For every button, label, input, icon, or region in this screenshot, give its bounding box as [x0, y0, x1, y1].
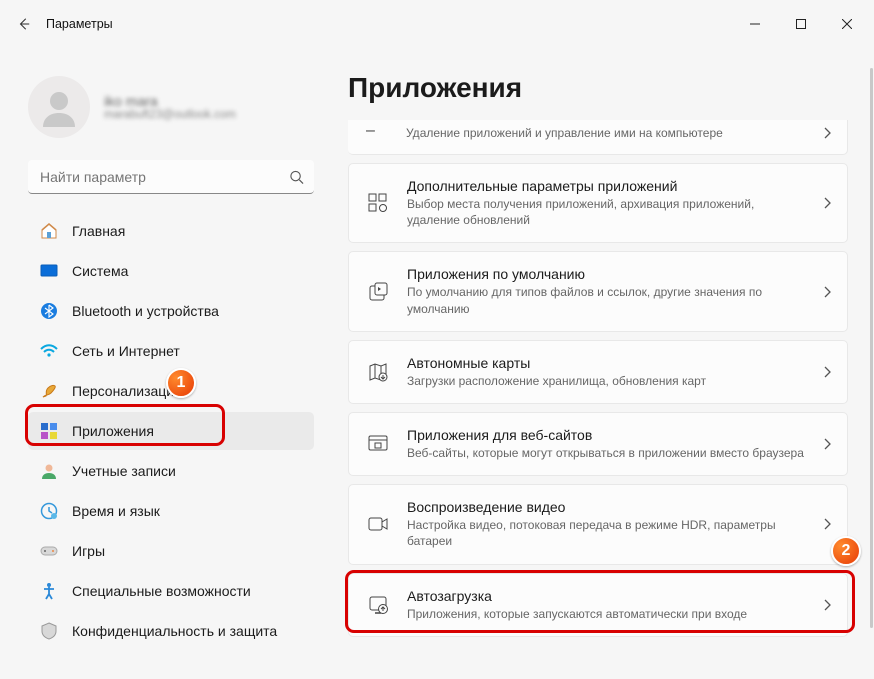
shield-icon — [40, 622, 58, 640]
card-title: Приложения для веб-сайтов — [407, 427, 805, 443]
card-title: Автономные карты — [407, 355, 805, 371]
close-button[interactable] — [824, 8, 870, 40]
accessibility-icon — [40, 582, 58, 600]
card-video-playback[interactable]: Воспроизведение видео Настройка видео, п… — [348, 484, 848, 564]
wifi-icon — [40, 342, 58, 360]
default-apps-icon — [367, 281, 389, 303]
nav-list: Главная Система Bluetooth и устройства С… — [28, 208, 314, 650]
card-installed-apps-partial[interactable]: – Удаление приложений и управление ими н… — [348, 120, 848, 155]
apps-gear-icon — [367, 192, 389, 214]
nav-label: Время и язык — [72, 503, 160, 519]
chevron-right-icon — [823, 286, 831, 298]
video-icon — [367, 513, 389, 535]
titlebar: Параметры — [0, 0, 874, 48]
card-startup[interactable]: Автозагрузка Приложения, которые запуска… — [348, 573, 848, 637]
dash-icon: – — [366, 122, 388, 144]
card-subtitle: Загрузки расположение хранилища, обновле… — [407, 373, 805, 389]
nav-network[interactable]: Сеть и Интернет — [28, 332, 314, 370]
sidebar: iko mara marabuft23@outlook.com Главная … — [0, 48, 320, 679]
search-box[interactable] — [28, 160, 314, 194]
nav-label: Игры — [72, 543, 105, 559]
annotation-badge-1: 1 — [166, 368, 196, 398]
card-subtitle: Удаление приложений и управление ими на … — [406, 126, 723, 140]
nav-label: Сеть и Интернет — [72, 343, 180, 359]
gamepad-icon — [40, 542, 58, 560]
card-title: Воспроизведение видео — [407, 499, 805, 515]
back-button[interactable] — [4, 4, 44, 44]
main-content: Приложения – Удаление приложений и управ… — [320, 48, 868, 679]
nav-label: Приложения — [72, 423, 154, 439]
chevron-right-icon — [823, 518, 831, 530]
nav-games[interactable]: Игры — [28, 532, 314, 570]
card-offline-maps[interactable]: Автономные карты Загрузки расположение х… — [348, 340, 848, 404]
user-email: marabuft23@outlook.com — [104, 109, 236, 121]
card-title: Автозагрузка — [407, 588, 805, 604]
nav-accounts[interactable]: Учетные записи — [28, 452, 314, 490]
nav-accessibility[interactable]: Специальные возможности — [28, 572, 314, 610]
nav-home[interactable]: Главная — [28, 212, 314, 250]
user-profile[interactable]: iko mara marabuft23@outlook.com — [28, 48, 314, 154]
brush-icon — [40, 382, 58, 400]
page-title: Приложения — [348, 72, 858, 104]
minimize-button[interactable] — [732, 8, 778, 40]
bluetooth-icon — [40, 302, 58, 320]
nav-privacy[interactable]: Конфиденциальность и защита — [28, 612, 314, 650]
search-icon — [289, 170, 304, 185]
window-app-icon — [367, 433, 389, 455]
user-name: iko mara — [104, 93, 236, 109]
chevron-right-icon — [823, 599, 831, 611]
window-title: Параметры — [46, 17, 113, 31]
settings-window: Параметры iko mara marabuft23@outlook.co… — [0, 0, 874, 679]
home-icon — [40, 222, 58, 240]
nav-bluetooth[interactable]: Bluetooth и устройства — [28, 292, 314, 330]
card-default-apps[interactable]: Приложения по умолчанию По умолчанию для… — [348, 251, 848, 331]
cards-scroll[interactable]: – Удаление приложений и управление ими н… — [348, 120, 858, 679]
card-subtitle: По умолчанию для типов файлов и ссылок, … — [407, 284, 805, 316]
scrollbar[interactable] — [870, 68, 873, 628]
chevron-right-icon — [823, 197, 831, 209]
clock-icon — [40, 502, 58, 520]
chevron-right-icon — [823, 127, 831, 139]
avatar — [28, 76, 90, 138]
card-subtitle: Выбор места получения приложений, архива… — [407, 196, 805, 228]
nav-label: Учетные записи — [72, 463, 176, 479]
search-input[interactable] — [28, 160, 314, 194]
card-subtitle: Настройка видео, потоковая передача в ре… — [407, 517, 805, 549]
nav-label: Система — [72, 263, 128, 279]
chevron-right-icon — [823, 438, 831, 450]
card-app-extras[interactable]: Дополнительные параметры приложений Выбо… — [348, 163, 848, 243]
apps-icon — [40, 422, 58, 440]
nav-label: Конфиденциальность и защита — [72, 623, 277, 639]
annotation-badge-2: 2 — [831, 536, 861, 566]
card-subtitle: Веб-сайты, которые могут открываться в п… — [407, 445, 805, 461]
chevron-right-icon — [823, 366, 831, 378]
maximize-button[interactable] — [778, 8, 824, 40]
nav-time[interactable]: Время и язык — [28, 492, 314, 530]
nav-label: Bluetooth и устройства — [72, 303, 219, 319]
startup-icon — [367, 594, 389, 616]
map-icon — [367, 361, 389, 383]
nav-label: Специальные возможности — [72, 583, 251, 599]
card-website-apps[interactable]: Приложения для веб-сайтов Веб-сайты, кот… — [348, 412, 848, 476]
person-icon — [40, 462, 58, 480]
system-icon — [40, 262, 58, 280]
nav-label: Главная — [72, 223, 125, 239]
nav-apps[interactable]: Приложения — [28, 412, 314, 450]
card-title: Дополнительные параметры приложений — [407, 178, 805, 194]
card-title: Приложения по умолчанию — [407, 266, 805, 282]
nav-system[interactable]: Система — [28, 252, 314, 290]
card-subtitle: Приложения, которые запускаются автомати… — [407, 606, 805, 622]
